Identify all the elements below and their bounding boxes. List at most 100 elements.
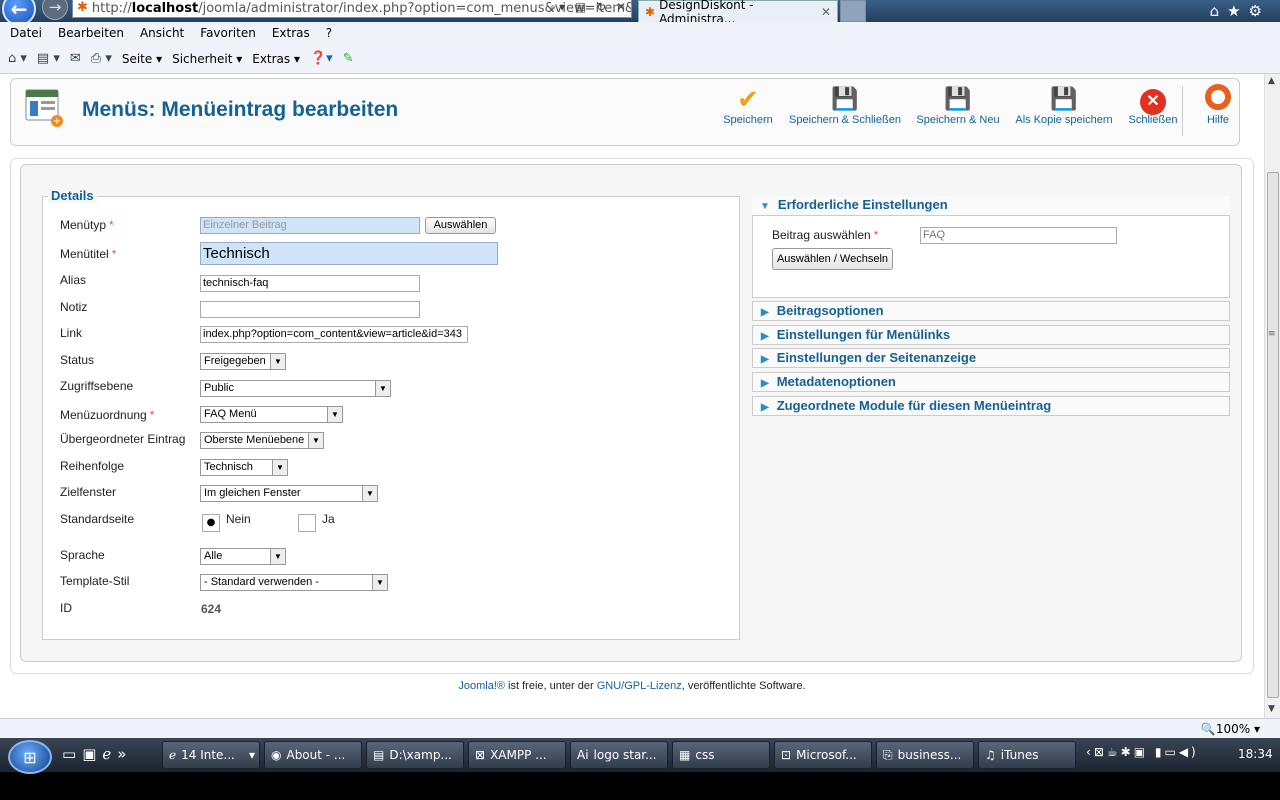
scroll-grip-icon: ≡ xyxy=(1268,329,1276,339)
required-mark: * xyxy=(109,218,114,232)
taskbar-item-illustrator[interactable]: Ai logo star... xyxy=(570,741,668,769)
gear-icon[interactable]: ⚙ xyxy=(1249,2,1270,20)
details-legend: Details xyxy=(48,188,97,203)
ie-quick-icon[interactable]: ℯ xyxy=(102,745,117,763)
joomla-link[interactable]: Joomla!® xyxy=(458,680,505,692)
arrow-right-icon: → xyxy=(48,0,62,16)
home-cmd-icon[interactable]: ⌂ ▾ xyxy=(8,51,27,66)
address-bar[interactable]: ✱ http://localhost/joomla/administrator/… xyxy=(72,0,632,18)
clock[interactable]: 18:34 xyxy=(1238,747,1273,761)
default-no-radio[interactable]: ● xyxy=(202,514,220,532)
menu-bearbeiten[interactable]: Bearbeiten xyxy=(58,26,124,40)
label-id: ID xyxy=(60,601,72,615)
taskbar-label: D:\xamp... xyxy=(389,748,452,762)
target-select[interactable]: Im gleichen Fenster ▼ xyxy=(200,485,378,502)
tab-close-icon[interactable]: ✕ xyxy=(821,5,831,19)
cmd-sicherheit[interactable]: Sicherheit ▾ xyxy=(172,52,242,66)
help-button[interactable]: Hilfe xyxy=(1194,84,1242,136)
zoom-control[interactable]: 🔍100% ▾ xyxy=(1201,722,1260,736)
taskbar-item-pdf[interactable]: ⎘ business... xyxy=(876,741,974,769)
scroll-down-icon[interactable]: ▼ xyxy=(1268,704,1275,714)
vertical-scrollbar[interactable]: ▲ ≡ ▼ xyxy=(1264,74,1280,718)
pdf-icon: ⎘ xyxy=(883,747,893,762)
section-modules[interactable]: ▶ Zugeordnete Module für diesen Menüeintr… xyxy=(752,396,1230,416)
template-value: - Standard verwenden - xyxy=(204,576,319,588)
language-select[interactable]: Alle ▼ xyxy=(200,548,286,565)
taskbar-item-firefox[interactable]: ◉ About - ... xyxy=(264,741,362,769)
rss-icon[interactable]: ▤ ▾ xyxy=(37,51,60,66)
default-yes-radio[interactable] xyxy=(298,514,316,532)
addon-icon[interactable]: ✎ xyxy=(343,51,354,66)
home-icon[interactable]: ⌂ xyxy=(1210,2,1228,20)
order-select[interactable]: Technisch ▼ xyxy=(200,459,288,476)
parent-select[interactable]: Oberste Menüebene ▼ xyxy=(200,432,324,449)
close-button[interactable]: ✕ Schließen xyxy=(1124,84,1182,136)
taskbar-item-xampp[interactable]: ⊠ XAMPP ... xyxy=(468,741,566,769)
display-tray-icon[interactable]: ▣ xyxy=(1134,745,1148,759)
gpl-link[interactable]: GNU/GPL-Lizenz xyxy=(597,680,682,692)
menu-favoriten[interactable]: Favoriten xyxy=(200,26,256,40)
section-article-options[interactable]: ▶ Beitragsoptionen xyxy=(752,301,1230,321)
tray-expand-icon[interactable]: ‹ xyxy=(1086,745,1094,759)
cmd-extras[interactable]: Extras ▾ xyxy=(252,52,300,66)
section-link-settings[interactable]: ▶ Einstellungen für Menülinks xyxy=(752,325,1230,345)
save-copy-button[interactable]: 💾 Als Kopie speichern xyxy=(1012,84,1116,136)
menu-select[interactable]: FAQ Menü ▼ xyxy=(200,406,343,423)
footer-text-end: , veröffentlichte Software. xyxy=(681,680,806,692)
section-metadata[interactable]: ▶ Metadatenoptionen xyxy=(752,372,1230,392)
taskbar-item-itunes[interactable]: ♫ iTunes xyxy=(978,741,1076,769)
screen-bottom xyxy=(0,772,1280,800)
mail-icon[interactable]: ✉ xyxy=(70,51,81,66)
article-select-button[interactable]: Auswählen / Wechseln xyxy=(772,248,893,270)
favorites-star-icon[interactable]: ★ xyxy=(1227,2,1248,20)
address-tools-icon[interactable]: ⌕▾ ▤ ↻ ✕ xyxy=(549,0,629,15)
joomla-favicon-icon: ✱ xyxy=(77,0,88,15)
start-button[interactable]: ⊞ xyxy=(8,740,52,774)
menutype-select-button[interactable]: Auswählen xyxy=(425,217,496,234)
dropdown-arrow-icon: ▼ xyxy=(362,486,377,501)
note-input[interactable] xyxy=(200,301,420,318)
new-tab-button[interactable] xyxy=(840,0,866,22)
status-select[interactable]: Freigegeben ▼ xyxy=(200,353,286,370)
network-tray-icon[interactable]: ✱ xyxy=(1121,745,1134,759)
alias-input[interactable]: technisch-faq xyxy=(200,275,420,292)
print-icon[interactable]: ⎙ ▾ xyxy=(91,51,112,66)
menu-ansicht[interactable]: Ansicht xyxy=(140,26,184,40)
access-select[interactable]: Public ▼ xyxy=(200,380,391,397)
tab-active[interactable]: ✱ DesignDiskont - Administra... ✕ xyxy=(638,0,838,26)
scroll-up-icon[interactable]: ▲ xyxy=(1268,76,1275,86)
menu-help[interactable]: ? xyxy=(326,26,332,40)
article-field: FAQ xyxy=(920,227,1117,244)
required-settings-header[interactable]: ▼ Erforderliche Einstellungen xyxy=(752,196,1230,216)
label-default: Standardseite xyxy=(60,512,135,526)
dropdown-arrow-icon: ▼ xyxy=(327,407,342,422)
taskbar-item-ie[interactable]: ℯ 14 Inte... ▾ xyxy=(162,741,260,769)
save-new-button[interactable]: 💾 Speichern & Neu xyxy=(914,84,1002,136)
window-switch-icon[interactable]: ▣ xyxy=(82,745,102,763)
menu-extras[interactable]: Extras xyxy=(272,26,310,40)
monitor-tray-icon[interactable]: ▭ xyxy=(1164,745,1178,759)
menu-datei[interactable]: Datei xyxy=(10,26,42,40)
save-close-button[interactable]: 💾 Speichern & Schließen xyxy=(786,84,904,136)
floppy-copy-icon: 💾 xyxy=(1050,86,1078,111)
template-select[interactable]: - Standard verwenden - ▼ xyxy=(200,574,388,591)
taskbar-item-excel[interactable]: ⊡ Microsof... xyxy=(774,741,872,769)
menutitle-input[interactable]: Technisch xyxy=(200,242,498,265)
section-title: Zugeordnete Module für diesen Menüeintra… xyxy=(776,398,1052,413)
address-prefix: http:// xyxy=(91,0,132,16)
cmd-seite[interactable]: Seite ▾ xyxy=(122,52,162,66)
show-desktop-icon[interactable]: ▭ xyxy=(62,745,82,763)
target-value: Im gleichen Fenster xyxy=(204,487,301,499)
taskbar-item-editor[interactable]: ▤ D:\xamp... xyxy=(366,741,464,769)
xampp-tray-icon[interactable]: ⊠ xyxy=(1094,745,1107,759)
help-circle-icon[interactable]: ❓▾ xyxy=(310,51,333,66)
taskbar-item-css[interactable]: ▦ css xyxy=(672,741,770,769)
default-yes-label: Ja xyxy=(322,512,335,526)
save-button[interactable]: ✔ Speichern xyxy=(718,84,778,136)
link-input[interactable]: index.php?option=com_content&view=articl… xyxy=(200,326,468,343)
section-page-display[interactable]: ▶ Einstellungen der Seitenanzeige xyxy=(752,348,1230,368)
volume-tray-icon[interactable]: ◀) xyxy=(1179,745,1199,759)
scrollbar-thumb[interactable] xyxy=(1267,172,1279,698)
java-tray-icon[interactable]: ☕ xyxy=(1107,745,1121,759)
more-icon[interactable]: » xyxy=(117,745,132,763)
